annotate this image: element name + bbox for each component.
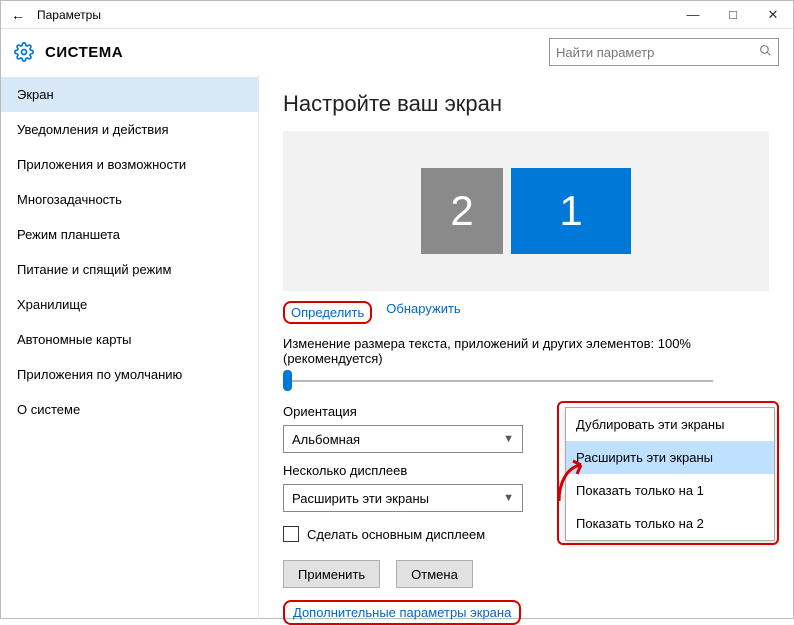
page-title: Настройте ваш экран xyxy=(283,91,769,117)
sidebar-item-storage[interactable]: Хранилище xyxy=(1,287,258,322)
cancel-button[interactable]: Отмена xyxy=(396,560,473,588)
popup-option-extend[interactable]: Расширить эти экраны xyxy=(566,441,774,474)
sidebar-item-multitask[interactable]: Многозадачность xyxy=(1,182,258,217)
sidebar-item-about[interactable]: О системе xyxy=(1,392,258,427)
sidebar-item-display[interactable]: Экран xyxy=(1,77,258,112)
window-title: Параметры xyxy=(35,8,101,22)
sidebar-item-default-apps[interactable]: Приложения по умолчанию xyxy=(1,357,258,392)
sidebar: Экран Уведомления и действия Приложения … xyxy=(1,75,259,620)
detect-link[interactable]: Обнаружить xyxy=(386,301,460,324)
orientation-dropdown[interactable]: Альбомная ▼ xyxy=(283,425,523,453)
sidebar-item-offline-maps[interactable]: Автономные карты xyxy=(1,322,258,357)
titlebar: ← Параметры — □ ✕ xyxy=(1,1,793,29)
annotation-arrow-icon xyxy=(553,459,589,505)
popup-option-only1[interactable]: Показать только на 1 xyxy=(566,474,774,507)
slider-track xyxy=(283,380,713,382)
chevron-down-icon: ▼ xyxy=(503,492,514,504)
back-button[interactable]: ← xyxy=(1,7,35,23)
orientation-value: Альбомная xyxy=(292,432,360,447)
multiple-displays-dropdown[interactable]: Расширить эти экраны ▼ xyxy=(283,484,523,512)
multiple-displays-popup[interactable]: Дублировать эти экраны Расширить эти экр… xyxy=(565,407,775,541)
slider-thumb[interactable] xyxy=(283,370,292,391)
display-preview[interactable]: 2 1 xyxy=(283,131,769,291)
section-title: СИСТЕМА xyxy=(45,44,123,61)
maximize-button[interactable]: □ xyxy=(713,7,753,22)
highlight-identify: Определить xyxy=(283,301,372,324)
scale-label: Изменение размера текста, приложений и д… xyxy=(283,336,769,366)
sidebar-item-apps[interactable]: Приложения и возможности xyxy=(1,147,258,182)
popup-option-duplicate[interactable]: Дублировать эти экраны xyxy=(566,408,774,441)
monitor-1[interactable]: 1 xyxy=(511,168,631,254)
make-main-label: Сделать основным дисплеем xyxy=(307,527,485,542)
search-icon xyxy=(759,44,772,60)
minimize-button[interactable]: — xyxy=(673,7,713,22)
search-placeholder: Найти параметр xyxy=(556,45,654,60)
advanced-settings-link[interactable]: Дополнительные параметры экрана xyxy=(293,605,511,620)
sidebar-item-tablet[interactable]: Режим планшета xyxy=(1,217,258,252)
identify-link[interactable]: Определить xyxy=(291,305,364,320)
highlight-advanced: Дополнительные параметры экрана xyxy=(283,600,521,625)
popup-option-only2[interactable]: Показать только на 2 xyxy=(566,507,774,540)
sidebar-item-notifications[interactable]: Уведомления и действия xyxy=(1,112,258,147)
scale-slider[interactable] xyxy=(283,374,713,388)
search-input[interactable]: Найти параметр xyxy=(549,38,779,66)
apply-button[interactable]: Применить xyxy=(283,560,380,588)
monitor-2[interactable]: 2 xyxy=(421,168,503,254)
gear-icon xyxy=(13,41,35,63)
header: СИСТЕМА Найти параметр xyxy=(1,29,793,75)
close-button[interactable]: ✕ xyxy=(753,7,793,23)
multiple-displays-value: Расширить эти экраны xyxy=(292,491,429,506)
chevron-down-icon: ▼ xyxy=(503,433,514,445)
sidebar-item-power[interactable]: Питание и спящий режим xyxy=(1,252,258,287)
make-main-checkbox[interactable] xyxy=(283,526,299,542)
